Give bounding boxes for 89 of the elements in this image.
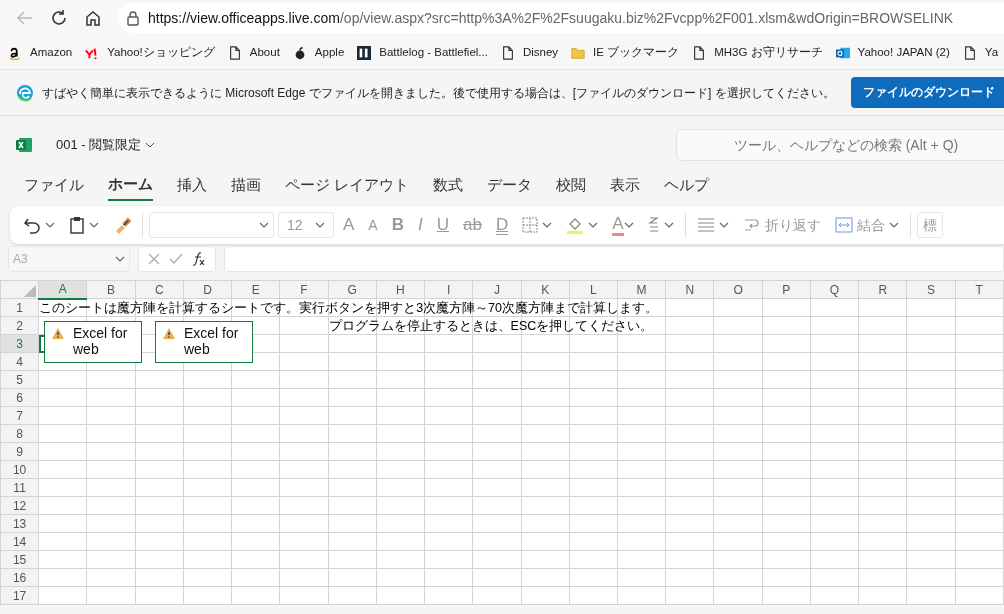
caret-icon — [542, 222, 553, 228]
caret-icon — [315, 222, 325, 228]
warning-icon — [51, 327, 65, 340]
dark-square-logo-icon — [357, 45, 372, 60]
column-header[interactable]: N — [665, 280, 714, 299]
align-lines-icon — [696, 218, 715, 232]
vertical-text-icon — [647, 216, 660, 234]
page-icon — [692, 45, 707, 60]
caret-icon — [623, 222, 634, 228]
column-header[interactable]: I — [424, 280, 473, 299]
undo-icon — [23, 216, 41, 234]
bookmark[interactable]: Yahoo!ショッピング — [85, 43, 215, 62]
bookmark[interactable]: Yahoo! JAPAN (2) — [835, 43, 950, 62]
column-header[interactable]: C — [135, 280, 184, 299]
column-header[interactable]: E — [231, 280, 280, 299]
back-icon[interactable] — [16, 9, 34, 27]
search-field[interactable]: ツール、ヘルプなどの検索 (Alt + Q) — [676, 129, 1004, 161]
column-header[interactable]: A — [38, 280, 87, 299]
bookmark[interactable]: Disney — [500, 43, 559, 62]
caret-icon — [588, 222, 599, 228]
clipboard-icon — [69, 216, 85, 234]
mail-logo-icon — [835, 45, 850, 60]
page-icon — [500, 45, 515, 60]
column-header[interactable]: H — [376, 280, 425, 299]
embedded-control-button[interactable]: Excel for web — [44, 321, 142, 363]
home-icon[interactable] — [84, 9, 102, 27]
merge-icon — [834, 217, 853, 233]
lock-icon — [126, 10, 140, 26]
caret-icon — [718, 222, 729, 228]
page-icon — [227, 45, 242, 60]
caret-icon — [145, 141, 156, 149]
caret-icon — [663, 222, 674, 228]
column-header[interactable]: D — [183, 280, 232, 299]
ribbon-tab[interactable]: ファイル — [24, 172, 84, 200]
smile-logo-icon — [8, 45, 22, 60]
caret-icon — [888, 222, 899, 228]
embedded-control-button[interactable]: Excel for web — [155, 321, 253, 363]
caret-icon — [259, 222, 269, 228]
column-header[interactable]: T — [955, 280, 1004, 299]
cell-text: プログラムを停止するときは、ESCを押してください。 — [328, 317, 654, 334]
bookmark[interactable]: MH3G お守リサーチ — [692, 43, 823, 62]
file-title[interactable]: 001 - 閲覧限定 — [56, 135, 156, 155]
bookmark[interactable]: About — [227, 43, 280, 62]
caret-icon — [89, 222, 99, 228]
page-icon — [962, 45, 977, 60]
font-name-field[interactable] — [149, 212, 274, 238]
formula-input[interactable] — [224, 246, 1004, 272]
column-header[interactable]: B — [86, 280, 136, 299]
function-icon[interactable] — [191, 251, 207, 267]
ribbon-tab[interactable]: ヘルプ — [664, 172, 710, 200]
column-header[interactable]: O — [713, 280, 763, 299]
column-header[interactable]: F — [279, 280, 329, 299]
edge-logo-icon — [16, 83, 34, 102]
column-header[interactable]: S — [906, 280, 956, 299]
ribbon-tab[interactable]: 数式 — [433, 172, 464, 200]
bookmark[interactable]: Battlelog - Battlefiel... — [357, 43, 488, 62]
column-header[interactable]: K — [521, 280, 570, 299]
infobar-message: すばやく簡単に表示できるように Microsoft Edge でファイルを開きました。後で使用する場合は、[ファイルのダウンロード] を選択してください。 — [42, 84, 835, 102]
cell-text: このシートは魔方陣を計算するシートです。実行ボタンを押すと3次魔方陣～70次魔方陣まで計算します。 — [39, 299, 659, 316]
ribbon-tab[interactable]: 描画 — [231, 172, 261, 200]
bookmark[interactable]: Apple — [292, 43, 345, 62]
wrap-icon — [742, 216, 761, 234]
column-header[interactable]: M — [617, 280, 666, 299]
ribbon-tab[interactable]: 表示 — [610, 172, 641, 200]
cancel-icon[interactable] — [147, 252, 161, 266]
ribbon-tab[interactable]: ホーム — [108, 171, 153, 201]
download-button[interactable]: ファイルのダウンロード — [850, 76, 1004, 109]
warning-icon — [162, 327, 176, 340]
folder-icon — [571, 45, 586, 60]
column-header[interactable]: G — [328, 280, 377, 299]
column-header[interactable]: Q — [810, 280, 859, 299]
ribbon-tab[interactable]: データ — [487, 172, 533, 200]
ribbon-tab[interactable]: ページ レイアウト — [285, 172, 410, 200]
column-header[interactable]: P — [762, 280, 811, 299]
bookmark[interactable]: Ya — [962, 43, 999, 62]
ribbon-tab[interactable]: 挿入 — [177, 172, 207, 200]
bookmark[interactable]: IE ブックマーク — [571, 43, 680, 62]
check-icon[interactable] — [169, 252, 183, 266]
ribbon-tab[interactable]: 校閲 — [556, 172, 587, 200]
bookmark[interactable]: Amazon — [8, 43, 73, 62]
spreadsheet-logo-icon — [16, 137, 32, 153]
caret-icon — [45, 222, 55, 228]
column-header[interactable]: R — [858, 280, 907, 299]
column-header[interactable]: L — [569, 280, 618, 299]
paint-bucket-icon — [566, 216, 585, 234]
refresh-icon[interactable] — [50, 9, 68, 27]
borders-icon — [522, 217, 539, 233]
caret-icon — [115, 256, 125, 262]
column-header[interactable]: J — [472, 280, 521, 299]
